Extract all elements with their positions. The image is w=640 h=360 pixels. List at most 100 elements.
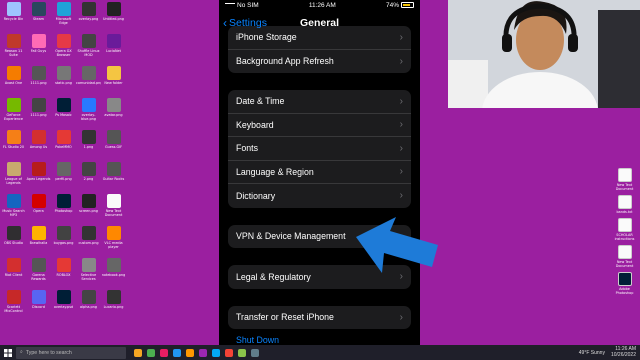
desktop-icon[interactable]: Recycle Bin <box>1 2 26 34</box>
app-icon <box>6 290 21 304</box>
desktop-icon[interactable]: Microsoft Edge <box>51 2 76 34</box>
app-icon <box>56 194 71 208</box>
settings-row[interactable]: Language & Region › <box>228 161 411 184</box>
app-icon <box>81 98 96 112</box>
desktop-icon[interactable]: GeForce Experience <box>1 98 26 130</box>
desktop-icon[interactable]: 2.png <box>76 162 101 194</box>
desktop-icon[interactable]: Ps Mosaic <box>51 98 76 130</box>
taskbar-app-icon[interactable] <box>238 348 246 357</box>
desktop-icon[interactable]: 1111.png <box>26 66 51 98</box>
desktop-icon[interactable]: LuciaNet <box>101 34 126 66</box>
desktop-icon[interactable]: Photoshop <box>51 194 76 226</box>
desktop-icon[interactable]: New folder <box>101 66 126 98</box>
desktop-icon-label: Selective Services <box>80 273 97 281</box>
settings-row[interactable]: Fonts › <box>228 137 411 161</box>
settings-row[interactable]: Dictionary › <box>228 184 411 208</box>
app-icon <box>81 66 96 80</box>
desktop-icon-label: Avast One <box>4 81 23 85</box>
desktop-icon[interactable]: alpha.png <box>76 290 101 322</box>
carrier-label: No SIM <box>237 2 259 9</box>
desktop-icon[interactable]: Shuffle Linux MOD <box>76 34 101 66</box>
desktop-icon[interactable]: avatar.png <box>101 98 126 130</box>
desktop-icon[interactable]: Scarlett MixControl <box>1 290 26 322</box>
settings-row-label: Keyboard <box>236 119 274 130</box>
desktop-icon[interactable]: Guitar Rocks <box>101 162 126 194</box>
back-button[interactable]: ‹ Settings <box>219 16 267 30</box>
taskbar-search-box[interactable]: ⌕ Type here to search <box>16 346 126 359</box>
taskbar-app-icon[interactable] <box>147 348 155 357</box>
desktop-icon[interactable]: PokeMMO <box>51 130 76 162</box>
desktop-icon[interactable]: Brawlhalla <box>26 226 51 258</box>
desktop-icon[interactable]: Reason 11 Suite <box>1 34 26 66</box>
clock-date: 10/26/2022 <box>610 351 636 358</box>
taskbar-app-icon[interactable] <box>225 348 233 357</box>
settings-group: Transfer or Reset iPhone › <box>228 305 411 330</box>
desktop-icon[interactable]: 1111.png <box>26 98 51 130</box>
settings-row-label: Dictionary <box>236 190 276 201</box>
desktop-icon[interactable]: Adobe Photoshop <box>612 272 637 295</box>
taskbar-app-icon[interactable] <box>251 348 259 357</box>
chevron-right-icon: › <box>399 142 403 154</box>
desktop-icon[interactable]: overlay.png <box>76 2 101 34</box>
desktop-icon[interactable]: Opera <box>26 194 51 226</box>
desktop-icon[interactable]: Opera GX Browser <box>51 34 76 66</box>
weather-widget[interactable]: 49°F Sunny <box>579 350 605 356</box>
desktop-icon[interactable]: Riot Client <box>1 258 26 290</box>
desktop-icon[interactable]: Steam <box>26 2 51 34</box>
taskbar-clock[interactable]: 11:26 AM 10/26/2022 <box>610 346 636 358</box>
desktop-icon[interactable]: 1.png <box>76 130 101 162</box>
desktop-icon[interactable]: Untitled.png <box>101 2 126 34</box>
desktop-icon[interactable]: perfil.png <box>51 162 76 194</box>
desktop-icon[interactable]: Lucario.png <box>101 290 126 322</box>
desktop-icon-label: Scarlett MixControl <box>4 305 23 313</box>
desktop-icon[interactable]: New Text Document <box>101 194 126 226</box>
taskbar-app-icon[interactable] <box>160 348 168 357</box>
desktop-icon[interactable]: Selective Services <box>76 258 101 290</box>
app-icon <box>31 34 46 48</box>
desktop-icon[interactable]: Discord <box>26 290 51 322</box>
desktop-icon[interactable]: overlay.psd <box>51 290 76 322</box>
desktop-icon[interactable]: SCHOLAR instructions <box>612 218 637 241</box>
desktop-icon[interactable]: comunidad.png <box>76 66 101 98</box>
desktop-icon[interactable]: overlay-blue.png <box>76 98 101 130</box>
desktop-icon[interactable]: Fall Guys <box>26 34 51 66</box>
app-icon <box>6 226 21 240</box>
taskbar-app-icon[interactable] <box>173 348 181 357</box>
desktop-icon[interactable]: New Text Document <box>612 245 637 268</box>
desktop-icon[interactable]: League of Legends <box>1 162 26 194</box>
desktop-icon[interactable]: VLC media player <box>101 226 126 258</box>
desktop-icon[interactable]: Among Us <box>26 130 51 162</box>
desktop-icon[interactable]: bands.txt <box>612 195 637 214</box>
desktop-icon[interactable]: custom.png <box>76 226 101 258</box>
settings-row[interactable]: Date & Time › <box>228 90 411 114</box>
chevron-right-icon: › <box>399 166 403 178</box>
app-icon <box>6 258 21 272</box>
desktop-icon[interactable]: Avast One <box>1 66 26 98</box>
taskbar-app-icon[interactable] <box>186 348 194 357</box>
settings-row[interactable]: Background App Refresh › <box>228 50 411 74</box>
desktop-icon[interactable]: notebook.png <box>101 258 126 290</box>
app-icon <box>106 34 121 48</box>
desktop-icon-label: Apex Legends <box>26 177 51 181</box>
desktop-icon[interactable]: New Text Document <box>612 168 637 191</box>
taskbar-app-icon[interactable] <box>212 348 220 357</box>
settings-row[interactable]: Keyboard › <box>228 114 411 137</box>
taskbar-app-icon[interactable] <box>134 348 142 357</box>
desktop-icon[interactable]: static.png <box>51 66 76 98</box>
taskbar-apps <box>134 348 259 357</box>
desktop-icon[interactable]: screen.png <box>76 194 101 226</box>
desktop-icon[interactable]: buygas.png <box>51 226 76 258</box>
desktop-icon[interactable]: OBS Studio <box>1 226 26 258</box>
taskbar-app-icon[interactable] <box>199 348 207 357</box>
desktop-icon[interactable]: ROBLOX <box>51 258 76 290</box>
desktop-icon[interactable]: Guess.GIF <box>101 130 126 162</box>
settings-group: Date & Time › Keyboard › Fonts › Language & Re… <box>228 90 411 208</box>
start-button[interactable] <box>0 348 16 357</box>
desktop-icon[interactable]: Garena Rewards <box>26 258 51 290</box>
app-icon <box>106 2 121 16</box>
desktop-icon[interactable]: Music Search MP3 <box>1 194 26 226</box>
settings-row[interactable]: Transfer or Reset iPhone › <box>228 306 411 330</box>
desktop-icon[interactable]: Apex Legends <box>26 162 51 194</box>
desktop-icon[interactable]: FL Studio 20 <box>1 130 26 162</box>
app-icon <box>106 98 121 112</box>
